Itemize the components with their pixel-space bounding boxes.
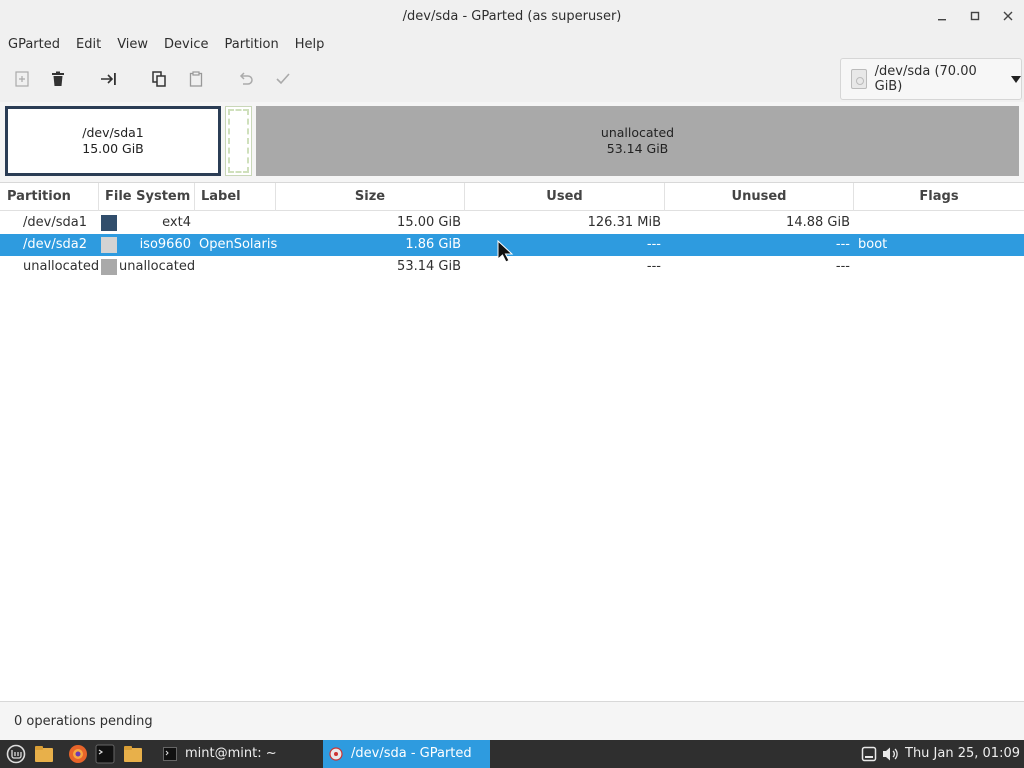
column-header-unused[interactable]: Unused bbox=[665, 183, 854, 211]
copy-button[interactable] bbox=[146, 66, 172, 92]
maximize-button[interactable] bbox=[958, 0, 991, 32]
removable-drive-icon bbox=[861, 746, 877, 762]
paste-button[interactable] bbox=[183, 66, 209, 92]
table-header: Partition File System Label Size Used Un… bbox=[0, 183, 1024, 211]
partition-map: /dev/sda1 15.00 GiB unallocated 53.14 Gi… bbox=[0, 102, 1024, 180]
partition-map-sda2[interactable] bbox=[225, 106, 252, 176]
table-row[interactable]: /dev/sda1 ext4 15.00 GiB 126.31 MiB 14.8… bbox=[0, 212, 1024, 234]
window-title: /dev/sda - GParted (as superuser) bbox=[402, 8, 622, 24]
firefox-icon bbox=[69, 745, 87, 763]
column-header-size[interactable]: Size bbox=[276, 183, 465, 211]
partition-map-sda1-size: 15.00 GiB bbox=[82, 141, 144, 156]
trash-icon bbox=[52, 71, 64, 86]
cell-size: 1.86 GiB bbox=[405, 237, 461, 252]
terminal-launcher[interactable] bbox=[94, 743, 116, 765]
tray-removable-drive[interactable] bbox=[858, 743, 880, 765]
cell-partition: /dev/sda1 bbox=[23, 215, 87, 230]
cell-used: --- bbox=[646, 237, 661, 252]
device-selector-label: /dev/sda (70.00 GiB) bbox=[874, 64, 977, 94]
undo-button[interactable] bbox=[233, 66, 259, 92]
partition-map-unallocated[interactable]: unallocated 53.14 GiB bbox=[256, 106, 1019, 176]
cell-unused: 14.88 GiB bbox=[786, 215, 850, 230]
gparted-icon bbox=[329, 747, 343, 761]
column-header-partition[interactable]: Partition bbox=[0, 183, 99, 211]
cell-partition: /dev/sda2 bbox=[23, 237, 87, 252]
partition-map-unallocated-name: unallocated bbox=[600, 125, 675, 140]
new-partition-button[interactable] bbox=[9, 66, 35, 92]
disk-icon bbox=[851, 69, 867, 89]
column-header-used[interactable]: Used bbox=[465, 183, 665, 211]
desktop-folder-icon bbox=[35, 746, 53, 762]
cell-file-system: ext4 bbox=[162, 215, 191, 230]
cell-unused: --- bbox=[835, 237, 850, 252]
paste-icon bbox=[189, 71, 203, 87]
resize-move-icon bbox=[101, 73, 116, 85]
cell-size: 53.14 GiB bbox=[397, 259, 461, 274]
menu-partition[interactable]: Partition bbox=[217, 32, 287, 58]
partition-map-unallocated-size: 53.14 GiB bbox=[606, 141, 669, 156]
taskbar-window-gparted-label: /dev/sda - GParted (... bbox=[351, 746, 472, 761]
partition-map-sda1[interactable]: /dev/sda1 15.00 GiB bbox=[5, 106, 221, 176]
resize-move-button[interactable] bbox=[96, 66, 122, 92]
menu-device[interactable]: Device bbox=[156, 32, 216, 58]
volume-icon bbox=[883, 747, 898, 761]
delete-button[interactable] bbox=[45, 66, 71, 92]
mint-logo-icon bbox=[6, 744, 26, 764]
cell-file-system: unallocated bbox=[119, 259, 196, 274]
partition-map-sda1-name: /dev/sda1 bbox=[82, 125, 144, 140]
minimize-icon bbox=[937, 19, 946, 21]
terminal-icon bbox=[95, 744, 115, 764]
fs-color-swatch bbox=[101, 259, 117, 275]
device-selector[interactable]: /dev/sda (70.00 GiB) bbox=[840, 58, 1022, 100]
firefox-launcher[interactable] bbox=[67, 743, 89, 765]
undo-icon bbox=[239, 72, 253, 85]
cell-size: 15.00 GiB bbox=[397, 215, 461, 230]
cell-unused: --- bbox=[835, 259, 850, 274]
minimize-button[interactable] bbox=[925, 0, 958, 32]
title-bar: /dev/sda - GParted (as superuser) bbox=[0, 0, 1024, 32]
cell-used: --- bbox=[646, 259, 661, 274]
chevron-down-icon bbox=[1011, 75, 1021, 83]
menu-bar: GParted Edit View Device Partition Help bbox=[0, 32, 1024, 58]
window-controls bbox=[925, 0, 1024, 32]
toolbar: /dev/sda (70.00 GiB) bbox=[0, 58, 1024, 102]
terminal-icon bbox=[163, 747, 177, 761]
taskbar-clock[interactable]: Thu Jan 25, 01:09 bbox=[905, 740, 1020, 768]
taskbar-window-terminal-label: mint@mint: ~ bbox=[185, 746, 277, 761]
partition-map-sda2-inner bbox=[228, 109, 249, 173]
column-header-label[interactable]: Label bbox=[195, 183, 276, 211]
copy-icon bbox=[152, 71, 166, 87]
checkmark-icon bbox=[276, 73, 290, 85]
cell-file-system: iso9660 bbox=[139, 237, 191, 252]
taskbar-window-gparted[interactable]: /dev/sda - GParted (... bbox=[323, 740, 490, 768]
show-desktop-button[interactable] bbox=[33, 743, 55, 765]
cell-partition: unallocated bbox=[23, 259, 100, 274]
folder-icon bbox=[124, 746, 142, 762]
mouse-cursor-icon bbox=[497, 240, 514, 263]
cell-used: 126.31 MiB bbox=[587, 215, 661, 230]
tray-volume[interactable] bbox=[880, 743, 902, 765]
menu-help[interactable]: Help bbox=[287, 32, 333, 58]
cell-flags: boot bbox=[858, 237, 888, 252]
close-button[interactable] bbox=[991, 0, 1024, 32]
column-header-file-system[interactable]: File System bbox=[99, 183, 195, 211]
new-partition-icon bbox=[15, 71, 29, 87]
column-header-flags[interactable]: Flags bbox=[854, 183, 1024, 211]
taskbar-window-terminal[interactable]: mint@mint: ~ bbox=[157, 740, 320, 768]
menu-view[interactable]: View bbox=[109, 32, 156, 58]
fs-color-swatch bbox=[101, 215, 117, 231]
apply-button[interactable] bbox=[270, 66, 296, 92]
maximize-icon bbox=[970, 11, 979, 21]
status-bar: 0 operations pending bbox=[0, 704, 1024, 740]
menu-edit[interactable]: Edit bbox=[68, 32, 109, 58]
fs-color-swatch bbox=[101, 237, 117, 253]
cell-label: OpenSolaris bbox=[199, 237, 278, 252]
taskbar: mint@mint: ~ /dev/sda - GParted (... Thu… bbox=[0, 740, 1024, 768]
close-icon bbox=[1003, 11, 1012, 21]
mint-menu-button[interactable] bbox=[5, 743, 27, 765]
menu-gparted[interactable]: GParted bbox=[0, 32, 68, 58]
files-launcher[interactable] bbox=[122, 743, 144, 765]
